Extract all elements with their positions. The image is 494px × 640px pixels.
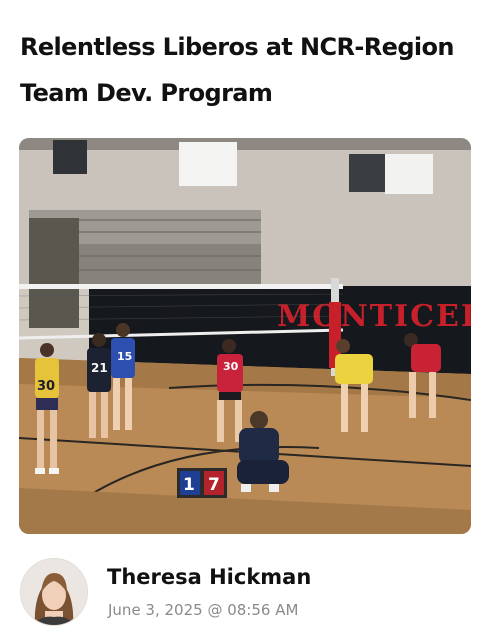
post-title[interactable]: Relentless Liberos at NCR-Region Team De… [20,24,478,116]
jersey-number: 30 [37,379,55,394]
flip-scoreboard: 1 7 [177,468,227,498]
jersey-number: 15 [117,350,132,363]
jersey-number: 30 [223,360,239,373]
author-name[interactable]: Theresa Hickman [107,565,311,589]
author-block: Theresa Hickman June 3, 2025 @ 08:56 AM [20,556,480,626]
score-left: 1 [183,475,195,495]
post-date: June 3, 2025 @ 08:56 AM [108,601,299,619]
author-avatar[interactable] [20,558,88,626]
score-right: 7 [208,475,220,495]
jersey-number: 21 [91,361,108,375]
post-photo[interactable]: MONTICEL 30 21 15 30 1 7 [19,138,471,534]
